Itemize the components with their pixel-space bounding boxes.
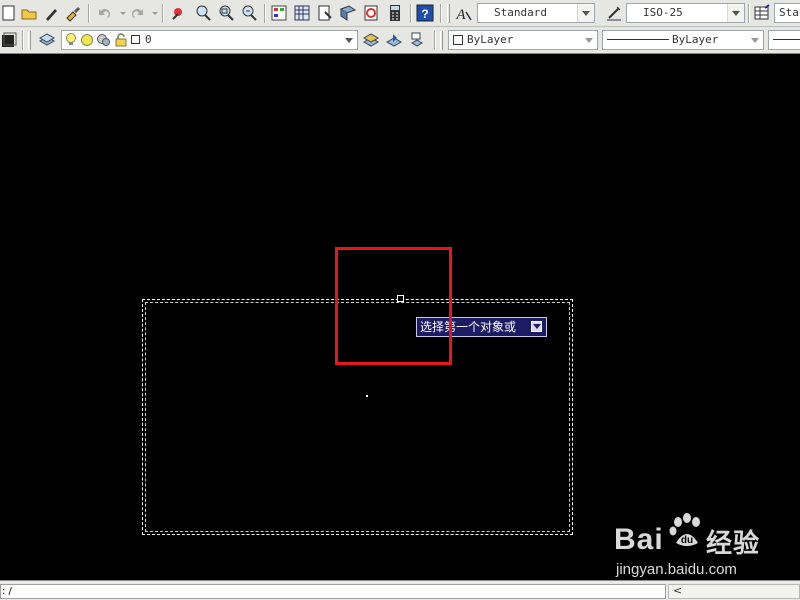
watermark-brand-suffix: 经验 <box>706 528 761 558</box>
text-style-icon[interactable]: A <box>454 4 472 22</box>
horizontal-scrollbar[interactable]: < <box>668 584 800 599</box>
layer-name: 0 <box>145 33 152 46</box>
layer-color-swatch <box>131 35 140 44</box>
zoom-realtime-icon[interactable] <box>194 4 212 22</box>
svg-text:?: ? <box>421 7 428 21</box>
dim-style-combo[interactable]: ISO-25 <box>626 3 745 23</box>
sun-icon[interactable] <box>80 33 94 49</box>
calculator-icon[interactable] <box>386 4 404 22</box>
watermark-brand: Bai <box>614 523 664 556</box>
separator <box>22 31 24 50</box>
drawing-point <box>366 395 368 397</box>
zoom-window-icon[interactable] <box>217 4 235 22</box>
dim-style-value: ISO-25 <box>643 6 683 19</box>
separator <box>434 31 436 50</box>
text-style-value: Standard <box>494 6 547 19</box>
chevron-down-icon[interactable] <box>577 4 594 22</box>
separator <box>440 4 442 23</box>
highlight-annotation-box <box>335 247 452 365</box>
linetype-combo[interactable]: ByLayer <box>602 30 764 50</box>
linetype-preview <box>607 39 669 40</box>
lock-icon[interactable] <box>114 33 128 49</box>
tool-palettes-icon[interactable] <box>316 4 334 22</box>
open-icon[interactable] <box>20 4 38 22</box>
make-object-layer-current-icon[interactable] <box>0 31 18 49</box>
redo-icon[interactable] <box>128 4 146 22</box>
lineweight-combo[interactable] <box>768 30 800 50</box>
color-combo[interactable]: ByLayer <box>448 30 598 50</box>
text-style-combo[interactable]: Standard <box>477 3 595 23</box>
properties-icon[interactable] <box>270 4 288 22</box>
toolbar-grip[interactable] <box>28 31 31 50</box>
separator <box>264 4 266 23</box>
linetype-value: ByLayer <box>672 33 719 46</box>
command-bar: : / < <box>0 580 800 600</box>
viewport-freeze-icon[interactable] <box>96 33 110 49</box>
chevron-down-icon[interactable] <box>581 31 597 49</box>
undo-dropdown-icon[interactable] <box>114 4 126 22</box>
chevron-down-icon[interactable] <box>727 4 744 22</box>
help-icon[interactable]: ? <box>416 4 434 22</box>
layer-combo[interactable]: 0 <box>61 30 358 50</box>
watermark-url: jingyan.baidu.com <box>616 561 737 578</box>
dim-style-icon[interactable] <box>605 4 623 22</box>
separator <box>88 4 90 23</box>
table-style-value: Stan <box>779 6 800 19</box>
layer-states-icon[interactable] <box>385 31 403 49</box>
color-swatch <box>453 35 463 45</box>
layers-toolbar: 0 ByLayer ByLayer <box>0 27 800 54</box>
command-line-input[interactable]: : / <box>0 584 666 599</box>
separator <box>410 4 412 23</box>
toolbar-grip[interactable] <box>440 31 443 50</box>
table-style-combo[interactable]: Stan <box>774 3 800 23</box>
design-center-icon[interactable] <box>293 4 311 22</box>
brush-icon[interactable] <box>64 4 82 22</box>
svg-text:du: du <box>681 535 693 546</box>
lineweight-preview <box>773 39 800 40</box>
zoom-previous-icon[interactable] <box>240 4 258 22</box>
drawing-canvas[interactable]: 选择第一个对象或 du Bai 经验 jingyan.baidu.com <box>0 55 800 580</box>
command-text: : / <box>2 586 12 597</box>
standard-toolbar: ? A Standard ISO-25 Stan <box>0 0 800 27</box>
layer-manager-icon[interactable] <box>38 31 56 49</box>
separator <box>748 4 750 23</box>
separator <box>162 4 164 23</box>
layer-translate-icon[interactable] <box>408 31 426 49</box>
color-value: ByLayer <box>467 33 514 46</box>
options-dropdown-icon[interactable] <box>531 321 542 332</box>
scroll-left-button[interactable]: < <box>673 585 685 598</box>
layer-previous-icon[interactable] <box>362 31 380 49</box>
svg-text:A: A <box>455 7 466 22</box>
new-icon[interactable] <box>0 4 18 22</box>
pan-icon[interactable] <box>170 4 188 22</box>
sheet-set-icon[interactable] <box>339 4 357 22</box>
undo-icon[interactable] <box>96 4 114 22</box>
baidu-jingyan-watermark: du Bai 经验 jingyan.baidu.com <box>614 513 800 579</box>
chevron-down-icon[interactable] <box>747 31 763 49</box>
redo-dropdown-icon[interactable] <box>146 4 158 22</box>
toolbar-grip[interactable] <box>447 4 450 23</box>
match-properties-icon[interactable] <box>42 4 60 22</box>
paw-logo-icon: du <box>669 513 700 546</box>
chevron-down-icon[interactable] <box>341 31 357 49</box>
markup-icon[interactable] <box>362 4 380 22</box>
table-style-icon[interactable] <box>753 4 771 22</box>
lightbulb-icon[interactable] <box>64 32 78 49</box>
